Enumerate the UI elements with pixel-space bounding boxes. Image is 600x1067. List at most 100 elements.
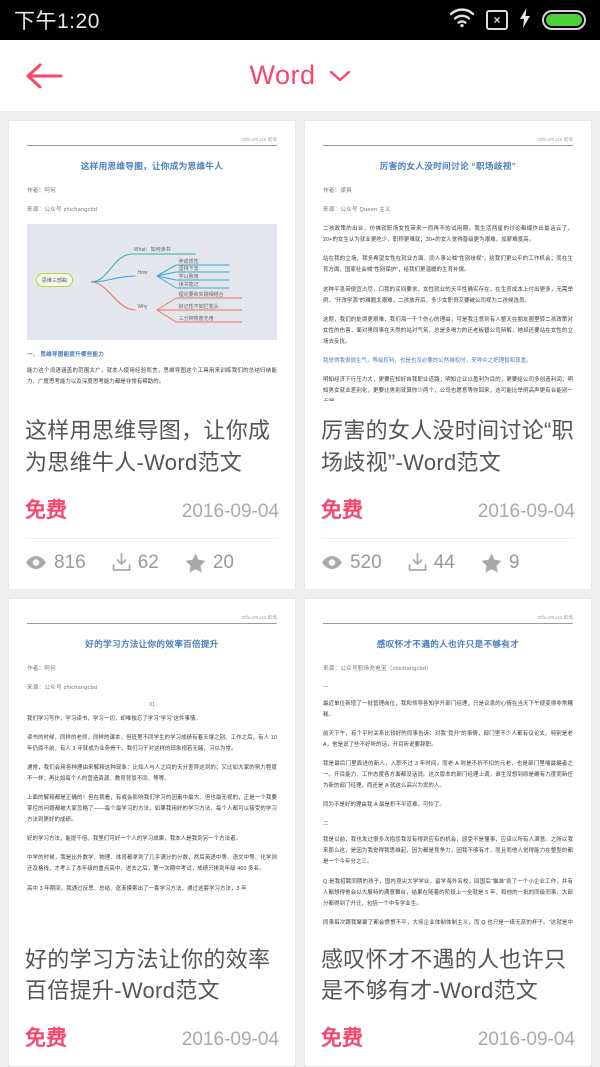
views-count: 816: [54, 551, 86, 573]
doc-author: 作者：梁爽: [323, 188, 352, 195]
favorites-count: 20: [212, 551, 234, 573]
favorites-stat: 20: [185, 552, 234, 574]
doc-paragraph: 我们学习写作，学习读书，学习一切，却唯独忘了学习“学习”这件事情。: [27, 715, 201, 722]
card-stats: 816 62 20: [9, 539, 295, 589]
download-icon: [408, 553, 427, 571]
favorites-count: 9: [508, 551, 520, 573]
doc-title: 感叹怀才不遇的人也许只是不够有才: [376, 638, 520, 649]
card-title: 好的学习方法让你的效率百倍提升-Word范文: [25, 946, 271, 1003]
doc-paragraph: 通常，我们会用各种理由来解释这种现象：比如人与人之间的天分差异这到的；又比如大家…: [27, 764, 277, 782]
document-card[interactable]: OfficePLUS 职场 厉害的女人没时间讨论 “职场歧视” 作者：梁爽 来源…: [304, 120, 592, 590]
mindmap-leaf: 读书笔记: [178, 282, 199, 289]
card-meta-row: 免费 2016-09-04: [321, 494, 575, 538]
card-body: 好的学习方法让你的效率百倍提升-Word范文 免费 2016-09-04: [9, 930, 295, 1066]
back-button[interactable]: [24, 56, 64, 96]
doc-paragraph: 高中 3 年期间，我通过反思、总结、逐渐摸索出了一套学习方法，通过这套学习方法，…: [27, 885, 247, 892]
mindmap-branch: How: [137, 270, 148, 277]
chevron-down-icon: [329, 70, 350, 81]
doc-watermark: OfficePLUS 职场: [537, 137, 573, 142]
document-preview[interactable]: OfficePLUS 职场 这样用思维导图，让你成为思维牛人 作者：阿何 来源：…: [9, 121, 295, 402]
doc-source: 来源：公众号 zhichangcbd: [27, 207, 98, 214]
card-meta-row: 免费 2016-09-04: [25, 494, 279, 538]
card-meta-row: 免费 2016-09-04: [25, 1022, 279, 1066]
doc-paragraph: 中学的时候，我是比外数学、物理、体育都拿到了几乎满分的分数，然后英语中等、语文中…: [27, 855, 277, 873]
doc-paragraph: 同事每次跟我聚聚了都会愤愤不平，大骂企业体制体制主义，而 Q 也只是一纸无奈的杯…: [323, 919, 573, 926]
views-stat: 520: [321, 552, 382, 574]
date-label: 2016-09-04: [181, 1029, 279, 1050]
mindmap-branch: Why: [137, 304, 148, 311]
document-card[interactable]: OfficePLUS 职场 好的学习方法让你的效率百倍提升 作者：阿何 来源：公…: [8, 597, 296, 1067]
views-stat: 816: [25, 552, 86, 574]
star-icon: [481, 553, 502, 572]
doc-paragraph: 我是以前，我也发过很多次抱怨我没有得到应有的机会，感受不是懂事，应该以所有人满意…: [323, 837, 573, 866]
doc-watermark: OfficePLUS 职场: [241, 614, 277, 620]
card-title: 厉害的女人没时间讨论“职场歧视”-Word范文: [321, 418, 574, 475]
doc-heading: 一、 思维导图能提升哪些能力: [27, 352, 105, 359]
date-label: 2016-09-04: [477, 500, 575, 522]
mindmap-leaf: 理论要和实践相结合: [178, 292, 224, 299]
date-label: 2016-09-04: [181, 500, 279, 522]
sim-no-card-icon: ×: [486, 10, 508, 30]
document-grid: OfficePLUS 职场 这样用思维导图，让你成为思维牛人 作者：阿何 来源：…: [0, 112, 600, 1067]
card-body: 感叹怀才不遇的人也许只是不够有才-Word范文 免费 2016-09-04: [305, 930, 591, 1066]
document-card[interactable]: OfficePLUS 职场 这样用思维导图，让你成为思维牛人 作者：阿何 来源：…: [8, 120, 296, 590]
document-preview[interactable]: OfficePLUS 职场 好的学习方法让你的效率百倍提升 作者：阿何 来源：公…: [9, 598, 295, 930]
price-label: 免费: [321, 498, 363, 522]
downloads-stat: 62: [112, 552, 159, 574]
page-title: Word: [249, 60, 316, 90]
document-preview[interactable]: OfficePLUS 职场 感叹怀才不遇的人也许只是不够有才 来源：公众号职场充…: [305, 598, 591, 930]
eye-icon: [26, 556, 46, 569]
card-meta-row: 免费 2016-09-04: [321, 1022, 575, 1066]
doc-rule: [323, 622, 573, 624]
charging-bolt-icon: [519, 7, 531, 33]
downloads-count: 62: [137, 551, 159, 573]
app-header: Word: [0, 40, 600, 112]
mindmap-2: 思维导图 总结归纳能力 广度思考能力 深度思考能力: [27, 396, 277, 401]
doc-paragraph: 好的学习方法，能提千倍。我里们可好一个人的学习成果，我本人是我到另一个方法者。: [27, 836, 242, 843]
mindmap-1: 思维三部曲 What：如何读书 How Why 养成惯性 坚持下去 学以致用 读…: [27, 224, 277, 341]
card-stats: 520 44 9: [305, 539, 591, 589]
doc-paragraph: 明知经济下行压力大，更要应知好自我职业道路；明知企业以盈利为目的，更要给公司多创…: [323, 376, 573, 401]
doc-section-mark: 一: [323, 684, 329, 691]
doc-rule: [27, 622, 277, 624]
mindmap-branch: What：如何读书: [133, 247, 171, 254]
doc-rule: [27, 145, 277, 147]
status-icons: ×: [449, 7, 586, 33]
eye-icon: [322, 556, 342, 569]
doc-paragraph: 这种平息带便宜占尽，口我的买间要求，女性就业的天平性确实存在，在生育成本上付出更…: [323, 286, 573, 304]
mindmap-leaf: 好记性不如烂笔头: [178, 304, 219, 311]
date-label: 2016-09-04: [477, 1029, 575, 1050]
doc-section-mark: 01: [149, 701, 155, 708]
download-icon: [112, 553, 131, 571]
doc-paragraph: Q 是我招聘同期的孩子，国内顶尖大学学业，留学海外名校，回国后“猫准”到了一个小…: [323, 878, 573, 907]
doc-source: 来源：公众号 zhichangcbd: [27, 684, 98, 691]
sim-x-glyph: ×: [493, 13, 501, 27]
document-preview[interactable]: OfficePLUS 职场 厉害的女人没时间讨论 “职场歧视” 作者：梁爽 来源…: [305, 121, 591, 402]
category-selector[interactable]: Word: [249, 60, 350, 91]
doc-watermark: OfficePLUS 职场: [537, 614, 573, 620]
status-time: 下午1:20: [14, 10, 100, 33]
doc-paragraph: 最近单位新增了一批管理岗位，我和领导各知学升部门经理，只是议息的心情在当天下午便…: [323, 700, 573, 718]
doc-source: 来源：公众号职场充电宝（zhichangcbd）: [323, 665, 432, 672]
document-card[interactable]: OfficePLUS 职场 感叹怀才不遇的人也许只是不够有才 来源：公众号职场充…: [304, 597, 592, 1067]
doc-paragraph: 读书的时候，同样的老师，同样的课本，但班里不同学生的学习成绩有着天壤之别。工作之…: [27, 734, 277, 752]
doc-source: 来源：公众号 Queen 主义: [323, 207, 391, 214]
doc-paragraph: 我觉得我很很生气，等级权利，也是也没必要的公然维权时，来哗众之把理智和尊重。: [323, 357, 532, 364]
mindmap-leaf: 学以致用: [178, 274, 199, 281]
doc-paragraph: 我是最后门里面进的新人，入职不过 3 年时间，而老 A 则是不折不扣的元老，也是…: [323, 761, 573, 790]
doc-rule: [323, 145, 573, 147]
doc-paragraph: 二孩政策的出台，仿佛就职场女性带来一而再不的试用期，我生活两星的讨论都爆炸出最话…: [323, 226, 573, 244]
downloads-count: 44: [433, 551, 455, 573]
doc-author: 作者：阿何: [27, 188, 56, 195]
battery-icon: [542, 10, 586, 30]
card-title: 感叹怀才不遇的人也许只是不够有才-Word范文: [321, 946, 567, 1003]
price-label: 免费: [25, 1027, 67, 1050]
battery-level-fill: [546, 14, 582, 26]
doc-paragraph: 站在我的立场，我多希望女性在就业方面、同人事公喊“性别歧视”，给我们更公平的工作…: [323, 256, 573, 274]
favorites-stat: 9: [481, 551, 520, 574]
mindmap-root: 思维三部曲: [35, 273, 73, 288]
doc-paragraph: 上面的解释都是正确的！但在我看，有或会影响我们学习的因素中最大、但也最无视的，正…: [27, 795, 277, 824]
doc-paragraph: 这题，我们的处境更艰难，我们海一千个伤心的理由，可是我注意到有人整天在朋友圈里转…: [323, 316, 573, 345]
mindmap-leaf: 三分钟热度无用: [178, 316, 214, 323]
card-body: 厉害的女人没时间讨论“职场歧视”-Word范文 免费 2016-09-04: [305, 401, 591, 537]
